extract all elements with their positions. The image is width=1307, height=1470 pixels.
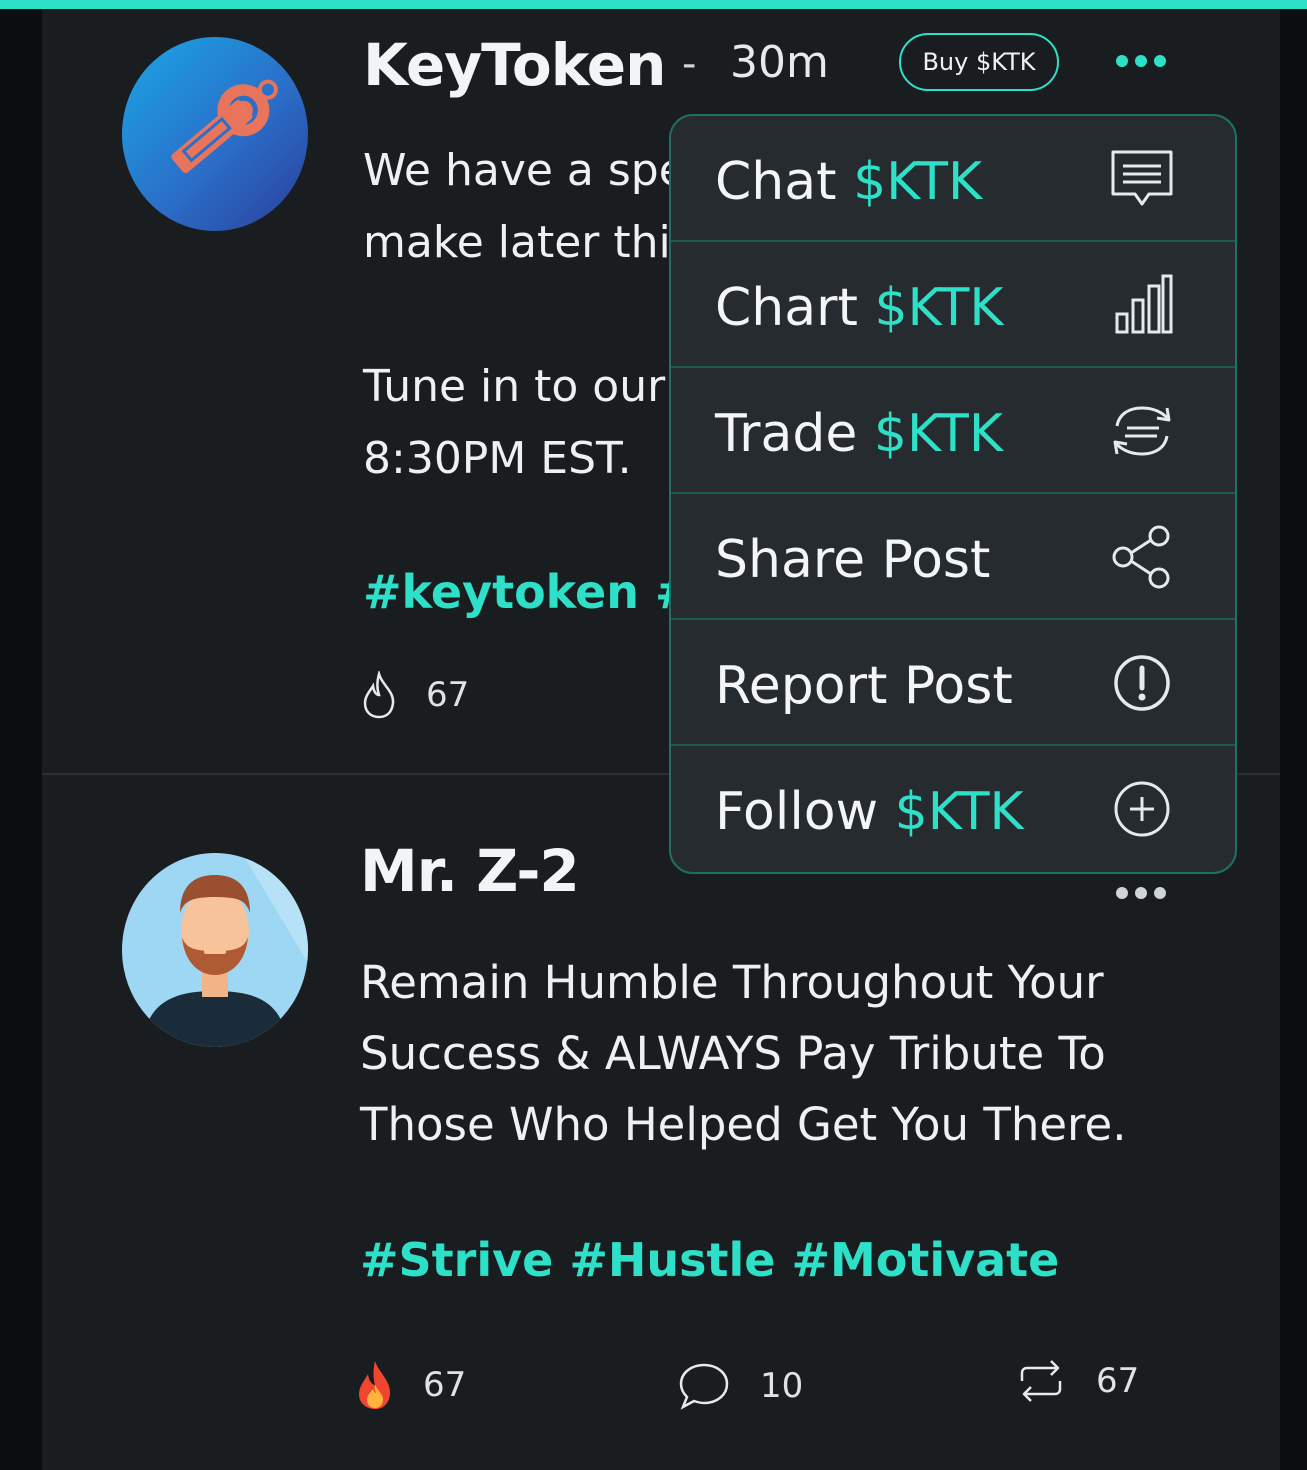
post-text-line: Remain Humble Throughout Your (360, 956, 1104, 1009)
menu-item-label: Chart $KTK (715, 278, 1003, 338)
more-options-icon[interactable] (1116, 879, 1166, 907)
fire-count: 67 (426, 675, 470, 715)
username[interactable]: Mr. Z-2 (360, 837, 580, 905)
menu-item-text: Trade (715, 404, 858, 464)
menu-item-text: Share Post (715, 530, 991, 590)
menu-item-chat[interactable]: Chat $KTK (671, 116, 1235, 242)
fire-count: 67 (423, 1365, 467, 1405)
menu-item-token: $KTK (874, 278, 1004, 338)
chat-icon (1111, 150, 1173, 206)
avatar[interactable] (122, 853, 308, 1047)
hashtags[interactable]: #Strive #Hustle #Motivate (360, 1233, 1059, 1287)
more-options-icon[interactable] (1116, 47, 1166, 75)
menu-item-token: $KTK (853, 152, 983, 212)
menu-item-label: Follow $KTK (715, 782, 1024, 842)
post-text-line: Success & ALWAYS Pay Tribute To (360, 1027, 1106, 1080)
menu-item-text: Chat (715, 152, 837, 212)
separator: - (682, 41, 697, 87)
comment-count: 10 (760, 1366, 804, 1406)
chart-icon (1115, 274, 1173, 334)
post-text: Remain Humble Throughout Your Success & … (360, 947, 1180, 1160)
repost-icon (1020, 1360, 1062, 1402)
menu-item-token: $KTK (873, 404, 1003, 464)
comment-icon (679, 1363, 729, 1410)
top-accent-bar (0, 0, 1307, 9)
menu-item-share-post[interactable]: Share Post (671, 494, 1235, 620)
menu-item-text: Report Post (715, 656, 1013, 716)
post-mr-z-2: Mr. Z-2 Remain Humble Throughout Your Su… (42, 775, 1280, 1470)
menu-item-report-post[interactable]: Report Post (671, 620, 1235, 746)
reposts[interactable]: 67 (1016, 1359, 1139, 1403)
post-text-line: Those Who Helped Get You There. (360, 1098, 1127, 1151)
menu-item-trade[interactable]: Trade $KTK (671, 368, 1235, 494)
menu-item-text: Chart (715, 278, 858, 338)
menu-item-label: Chat $KTK (715, 152, 982, 212)
fire-icon (359, 1361, 391, 1409)
menu-item-label: Share Post (715, 530, 990, 590)
fire-outline-icon (363, 671, 395, 719)
comments[interactable]: 10 (678, 1361, 803, 1411)
share-icon (1112, 525, 1170, 589)
menu-item-label: Report Post (715, 656, 1013, 716)
avatar[interactable] (122, 37, 308, 231)
buy-token-button[interactable]: Buy $KTK (899, 33, 1059, 91)
menu-item-follow[interactable]: Follow $KTK (671, 746, 1235, 872)
report-icon (1114, 655, 1170, 711)
follow-plus-icon (1114, 781, 1170, 837)
menu-item-text: Follow (715, 782, 879, 842)
fire-reaction[interactable]: 67 (357, 1359, 466, 1411)
repost-count: 67 (1096, 1361, 1140, 1401)
menu-item-label: Trade $KTK (715, 404, 1003, 464)
post-options-menu: Chat $KTK Chart $KTK Trade $KTK Share Po… (669, 114, 1237, 874)
username[interactable]: KeyToken (363, 31, 666, 99)
person-avatar-icon (142, 853, 308, 1047)
menu-item-chart[interactable]: Chart $KTK (671, 242, 1235, 368)
fire-reaction[interactable]: 67 (362, 671, 469, 719)
key-icon (171, 79, 278, 174)
trade-icon (1113, 406, 1171, 456)
menu-item-token: $KTK (894, 782, 1024, 842)
post-time: 30m (730, 37, 829, 88)
hashtags[interactable]: #keytoken #c (363, 565, 721, 619)
